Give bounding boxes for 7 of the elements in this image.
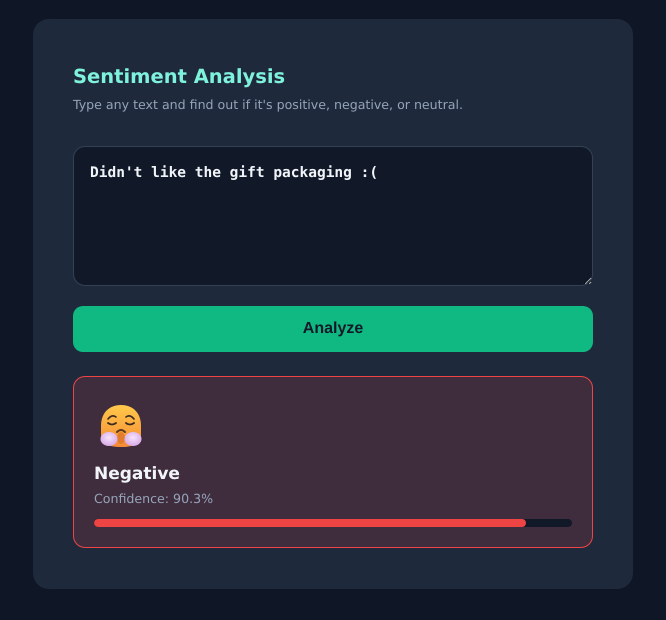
sentiment-label: Negative	[94, 463, 180, 486]
analyze-button[interactable]: Analyze	[73, 306, 593, 352]
page-subtitle: Type any text and find out if it's positive, negative, or neutral.	[73, 96, 463, 114]
huffing-face-icon	[99, 404, 143, 448]
text-input-field[interactable]: Didn't like the gift packaging :(	[73, 146, 593, 286]
confidence-text: Confidence: 90.3%	[94, 490, 214, 508]
page-title: Sentiment Analysis	[73, 64, 286, 90]
